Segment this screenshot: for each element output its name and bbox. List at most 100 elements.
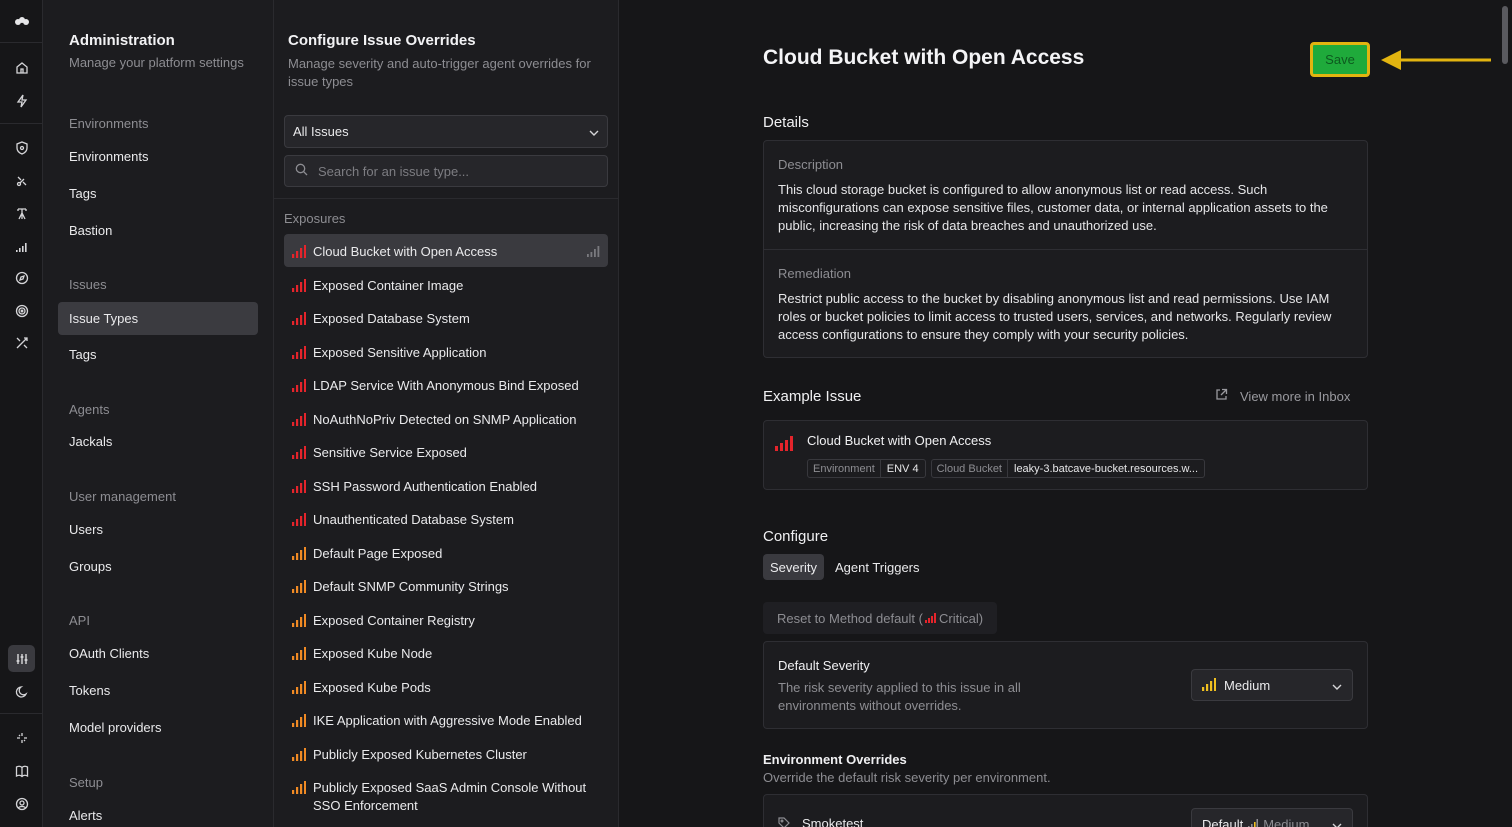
env-row-value-muted: Medium bbox=[1263, 816, 1310, 827]
env-overrides-heading: Environment Overrides bbox=[763, 752, 907, 767]
critical-severity-icon bbox=[775, 435, 793, 454]
issue-type-label: SSH Password Authentication Enabled bbox=[313, 478, 538, 494]
issue-type-item[interactable]: Cloud Bucket with Open Access bbox=[284, 234, 608, 267]
admin-title: Administration bbox=[69, 32, 175, 49]
issue-type-item[interactable]: SSH Password Authentication Enabled bbox=[284, 469, 608, 502]
target-icon[interactable] bbox=[8, 297, 35, 324]
issue-type-item[interactable]: Default SNMP Community Strings bbox=[284, 569, 608, 602]
issue-type-item[interactable]: Exposed Container Registry bbox=[284, 603, 608, 636]
section-setup: Setup bbox=[69, 775, 103, 790]
home-icon[interactable] bbox=[8, 54, 35, 81]
issue-type-label: LDAP Service With Anonymous Bind Exposed bbox=[313, 378, 579, 393]
issue-search-box bbox=[284, 155, 608, 187]
tab-agent-triggers[interactable]: Agent Triggers bbox=[828, 554, 927, 580]
tools-icon[interactable] bbox=[8, 329, 35, 356]
view-more-link[interactable]: View more in Inbox bbox=[1215, 388, 1350, 404]
save-button[interactable]: Save bbox=[1310, 42, 1370, 77]
description-text: This cloud storage bucket is configured … bbox=[778, 182, 1328, 233]
critical-severity-icon bbox=[292, 513, 306, 531]
nav-issue-types[interactable]: Issue Types bbox=[58, 302, 258, 335]
critical-severity-icon bbox=[292, 312, 306, 330]
override-signal-icon bbox=[587, 244, 600, 262]
issue-type-item[interactable]: Exposed Kube Node bbox=[284, 636, 608, 669]
issue-type-label: Sensitive Service Exposed bbox=[313, 445, 467, 460]
sparkle-icon[interactable] bbox=[8, 724, 35, 751]
default-severity-card: Default Severity The risk severity appli… bbox=[763, 641, 1368, 729]
issue-overrides-panel: Configure Issue Overrides Manage severit… bbox=[274, 0, 619, 827]
icon-rail bbox=[0, 0, 43, 827]
cloud-bucket-tag: Cloud Bucket leaky-3.batcave-bucket.resou… bbox=[930, 459, 1206, 478]
nav-oauth-clients[interactable]: OAuth Clients bbox=[58, 637, 258, 670]
nav-users[interactable]: Users bbox=[58, 513, 258, 546]
details-card: Description This cloud storage bucket is… bbox=[763, 140, 1368, 358]
details-heading: Details bbox=[763, 114, 809, 131]
nav-jackals[interactable]: Jackals bbox=[58, 425, 258, 458]
reset-default-button[interactable]: Reset to Method default ( Critical) bbox=[763, 602, 998, 634]
issue-type-item[interactable]: Default Page Exposed bbox=[284, 536, 608, 569]
issue-type-item[interactable]: NoAuthNoPriv Detected on SNMP Applicatio… bbox=[284, 402, 608, 435]
remediation-label: Remediation bbox=[778, 266, 851, 281]
configure-tabs: Severity Agent Triggers bbox=[763, 554, 927, 580]
critical-severity-icon bbox=[292, 379, 306, 397]
default-severity-desc: The risk severity applied to this issue … bbox=[778, 680, 1021, 713]
logo-icon[interactable] bbox=[8, 8, 35, 35]
issue-type-item[interactable]: IKE Application with Aggressive Mode Ena… bbox=[284, 703, 608, 736]
sliders-icon[interactable] bbox=[8, 645, 35, 672]
issue-type-label: Default SNMP Community Strings bbox=[313, 579, 509, 594]
high-severity-icon bbox=[292, 580, 306, 598]
issue-type-label: Publicly Exposed SaaS Admin Console With… bbox=[313, 780, 587, 813]
nav-env-tags[interactable]: Tags bbox=[58, 177, 258, 210]
satellite-icon[interactable] bbox=[8, 167, 35, 194]
moon-icon[interactable] bbox=[8, 678, 35, 705]
overrides-title: Configure Issue Overrides bbox=[288, 32, 476, 49]
tab-severity[interactable]: Severity bbox=[763, 554, 824, 580]
issue-search-input[interactable] bbox=[318, 163, 597, 179]
issue-type-label: Exposed Container Registry bbox=[313, 612, 475, 628]
default-severity-label: Default Severity bbox=[778, 658, 870, 673]
nav-alerts[interactable]: Alerts bbox=[58, 799, 258, 827]
nav-environments[interactable]: Environments bbox=[58, 140, 258, 173]
example-issue-card[interactable]: Cloud Bucket with Open Access Environmen… bbox=[763, 420, 1368, 490]
issue-filter-select[interactable]: All Issues bbox=[284, 115, 608, 148]
scrollbar-thumb[interactable] bbox=[1502, 6, 1508, 64]
environment-tag: Environment ENV 4 bbox=[807, 459, 926, 478]
issue-type-item[interactable]: Publicly Exposed Kubernetes Cluster bbox=[284, 737, 608, 770]
chevron-down-icon bbox=[1332, 817, 1342, 827]
issue-type-item[interactable]: Publicly Exposed SaaS Admin Console With… bbox=[284, 770, 608, 815]
default-severity-select[interactable]: Medium bbox=[1191, 669, 1353, 701]
remediation-text: Restrict public access to the bucket by … bbox=[778, 291, 1332, 342]
nav-groups[interactable]: Groups bbox=[58, 550, 258, 583]
nav-bastion[interactable]: Bastion bbox=[58, 214, 258, 247]
issue-type-item[interactable]: Exposed Database System bbox=[284, 301, 608, 334]
issue-type-item[interactable]: Exposed Container Image bbox=[284, 268, 608, 301]
reset-value: Critical) bbox=[938, 610, 984, 626]
issue-type-item[interactable]: Exposed Kube Pods bbox=[284, 670, 608, 703]
compass-icon[interactable] bbox=[8, 264, 35, 291]
nav-issue-tags[interactable]: Tags bbox=[58, 338, 258, 371]
admin-nav: Administration Manage your platform sett… bbox=[43, 0, 274, 827]
nav-tokens[interactable]: Tokens bbox=[58, 674, 258, 707]
bolt-icon[interactable] bbox=[8, 87, 35, 114]
issue-type-label: Exposed Database System bbox=[313, 311, 470, 326]
critical-severity-icon bbox=[292, 412, 306, 431]
issue-type-item[interactable]: Sensitive Service Exposed bbox=[284, 435, 608, 468]
issue-type-item[interactable]: Exposed Sensitive Application bbox=[284, 335, 608, 368]
group-label: Exposures bbox=[284, 211, 346, 226]
user-circle-icon[interactable] bbox=[8, 790, 35, 817]
external-link-icon bbox=[1215, 388, 1228, 404]
section-user-management: User management bbox=[69, 489, 176, 504]
issue-type-label: IKE Application with Aggressive Mode Ena… bbox=[313, 713, 582, 728]
nav-model-providers[interactable]: Model providers bbox=[58, 711, 258, 744]
book-icon[interactable] bbox=[8, 757, 35, 784]
shield-icon[interactable] bbox=[8, 134, 35, 161]
env-row-severity-select[interactable]: Default Medium bbox=[1191, 808, 1353, 827]
critical-severity-icon bbox=[292, 345, 306, 364]
issue-type-item[interactable]: LDAP Service With Anonymous Bind Exposed bbox=[284, 368, 608, 401]
signal-icon[interactable] bbox=[8, 232, 35, 259]
default-severity-value: Medium bbox=[1224, 677, 1271, 693]
page-title: Cloud Bucket with Open Access bbox=[763, 46, 1085, 69]
issue-type-item[interactable]: Unauthenticated Database System bbox=[284, 502, 608, 535]
view-more-label: View more in Inbox bbox=[1240, 388, 1351, 404]
tower-icon[interactable] bbox=[8, 199, 35, 226]
chevron-down-icon bbox=[589, 124, 599, 139]
